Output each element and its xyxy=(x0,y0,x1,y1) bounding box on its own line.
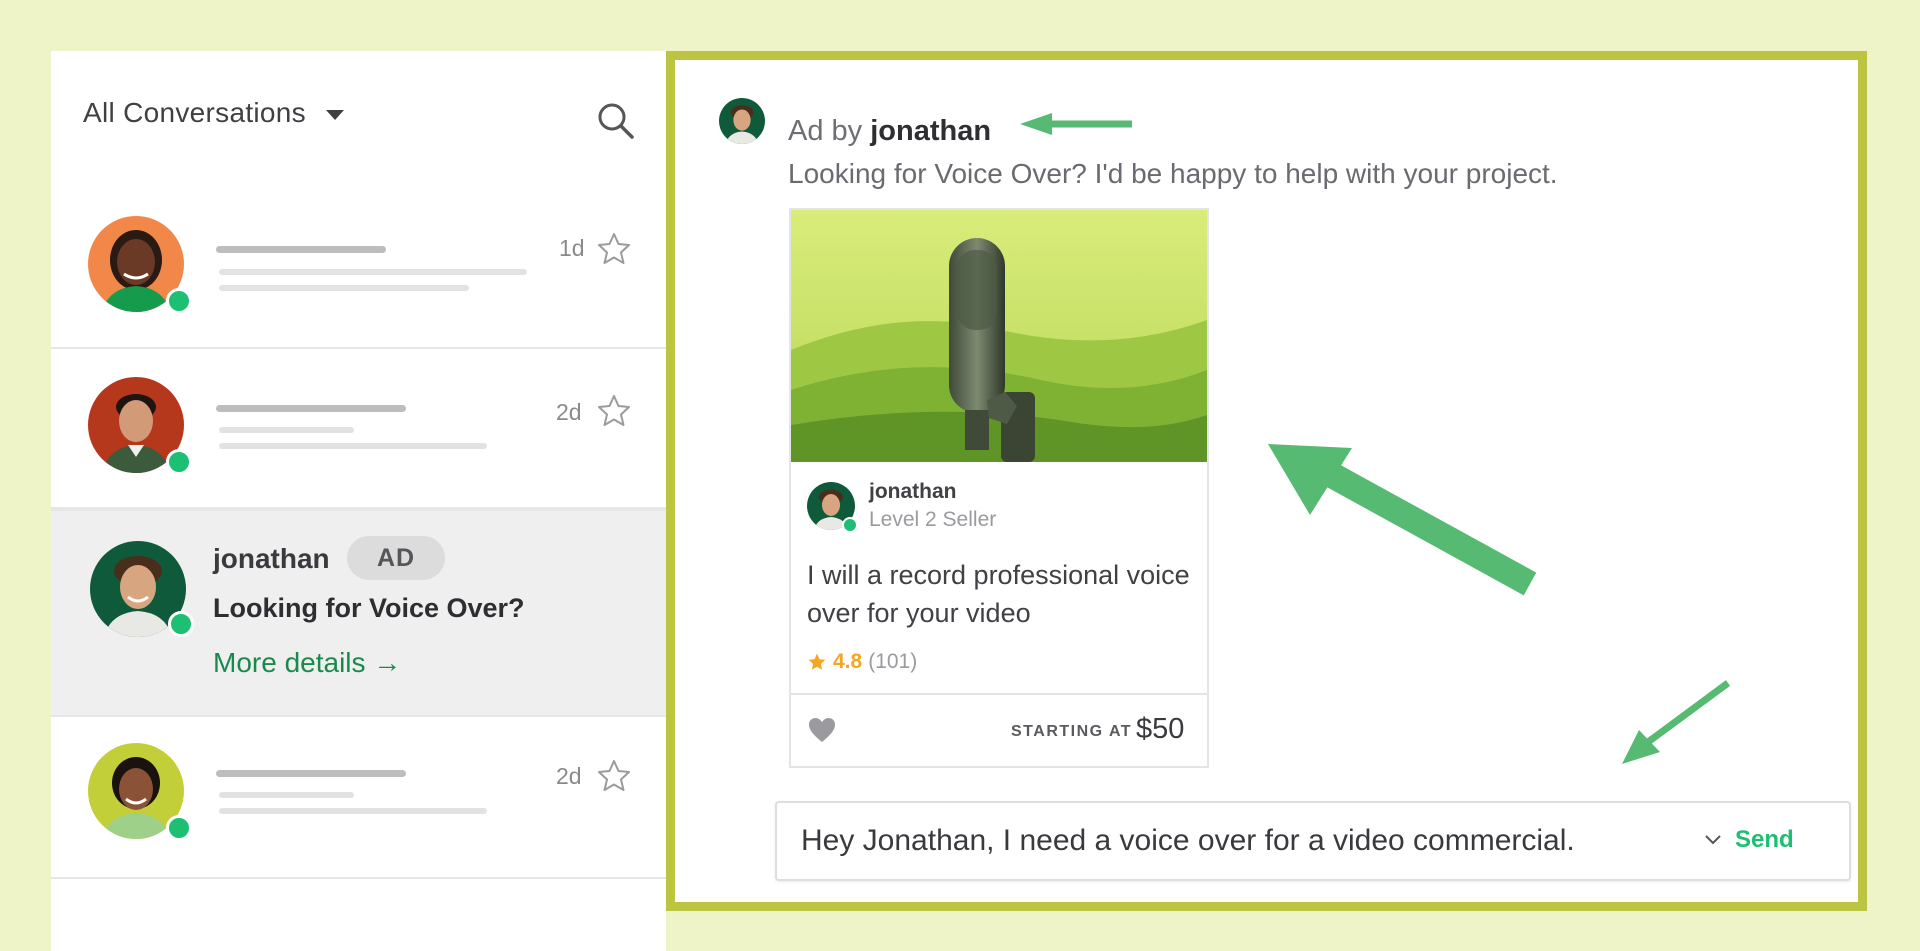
conversation-filter-label: All Conversations xyxy=(83,97,306,128)
conversation-row[interactable]: 2d xyxy=(51,713,666,879)
conversation-preview: Looking for Voice Over? xyxy=(213,593,525,623)
conversation-row[interactable]: 2d xyxy=(51,347,666,509)
star-filled-icon xyxy=(808,653,826,670)
conversation-name: jonathan xyxy=(213,543,330,574)
gig-image-microphone xyxy=(791,210,1207,462)
online-status-indicator xyxy=(842,517,858,533)
more-details-link[interactable]: More details → xyxy=(213,647,401,679)
message-thread-panel: Ad by jonathan Looking for Voice Over? I… xyxy=(666,51,1867,911)
online-status-indicator xyxy=(166,815,192,841)
gig-card[interactable]: jonathan Level 2 Seller I will a record … xyxy=(789,208,1209,768)
ad-by-prefix: Ad by xyxy=(788,115,863,147)
online-status-indicator xyxy=(166,288,192,314)
star-icon[interactable] xyxy=(596,231,632,267)
conversation-list-panel: All Conversations 1d 2d jonathan AD Look… xyxy=(51,51,666,951)
search-icon[interactable] xyxy=(596,101,636,141)
name-placeholder xyxy=(216,246,386,253)
gig-price: $50 xyxy=(1136,713,1185,745)
star-icon[interactable] xyxy=(596,393,632,429)
seller-name[interactable]: jonathan xyxy=(869,480,957,504)
online-status-indicator xyxy=(166,449,192,475)
ad-sender-name: jonathan xyxy=(870,115,992,147)
preview-placeholder xyxy=(219,269,527,275)
ad-badge: AD xyxy=(347,536,445,580)
heart-icon[interactable] xyxy=(807,715,837,745)
conversation-time: 2d xyxy=(556,763,582,789)
divider xyxy=(791,693,1207,695)
conversation-time: 1d xyxy=(559,235,585,261)
name-placeholder xyxy=(216,770,406,777)
ad-message-text: Looking for Voice Over? I'd be happy to … xyxy=(788,158,1558,189)
gig-rating: 4.8 (101) xyxy=(807,650,917,674)
conversation-row-active[interactable]: jonathan AD Looking for Voice Over? More… xyxy=(51,509,666,717)
review-count: (101) xyxy=(868,650,918,673)
online-status-indicator xyxy=(168,611,194,637)
message-input[interactable] xyxy=(801,824,1681,858)
preview-placeholder xyxy=(219,443,487,449)
chevron-down-icon[interactable] xyxy=(1702,829,1724,851)
conversation-filter-dropdown[interactable]: All Conversations xyxy=(83,97,344,129)
seller-level: Level 2 Seller xyxy=(869,508,997,531)
avatar xyxy=(719,98,765,144)
conversation-time: 2d xyxy=(556,399,582,425)
conversation-row[interactable]: 1d xyxy=(51,181,666,349)
preview-placeholder xyxy=(219,427,354,433)
caret-down-icon xyxy=(325,110,344,120)
name-placeholder xyxy=(216,405,406,412)
conversation-list-header: All Conversations xyxy=(51,51,666,181)
message-composer: Send xyxy=(775,801,1851,881)
starting-at-label: STARTING AT xyxy=(1011,723,1133,740)
send-button[interactable]: Send xyxy=(1735,826,1794,854)
preview-placeholder xyxy=(219,285,469,291)
preview-placeholder xyxy=(219,792,354,798)
star-icon[interactable] xyxy=(596,758,632,794)
ad-sender-line: Ad by jonathan xyxy=(788,115,991,148)
rating-value: 4.8 xyxy=(833,650,863,673)
preview-placeholder xyxy=(219,808,487,814)
gig-title[interactable]: I will a record professional voice over … xyxy=(807,556,1197,632)
